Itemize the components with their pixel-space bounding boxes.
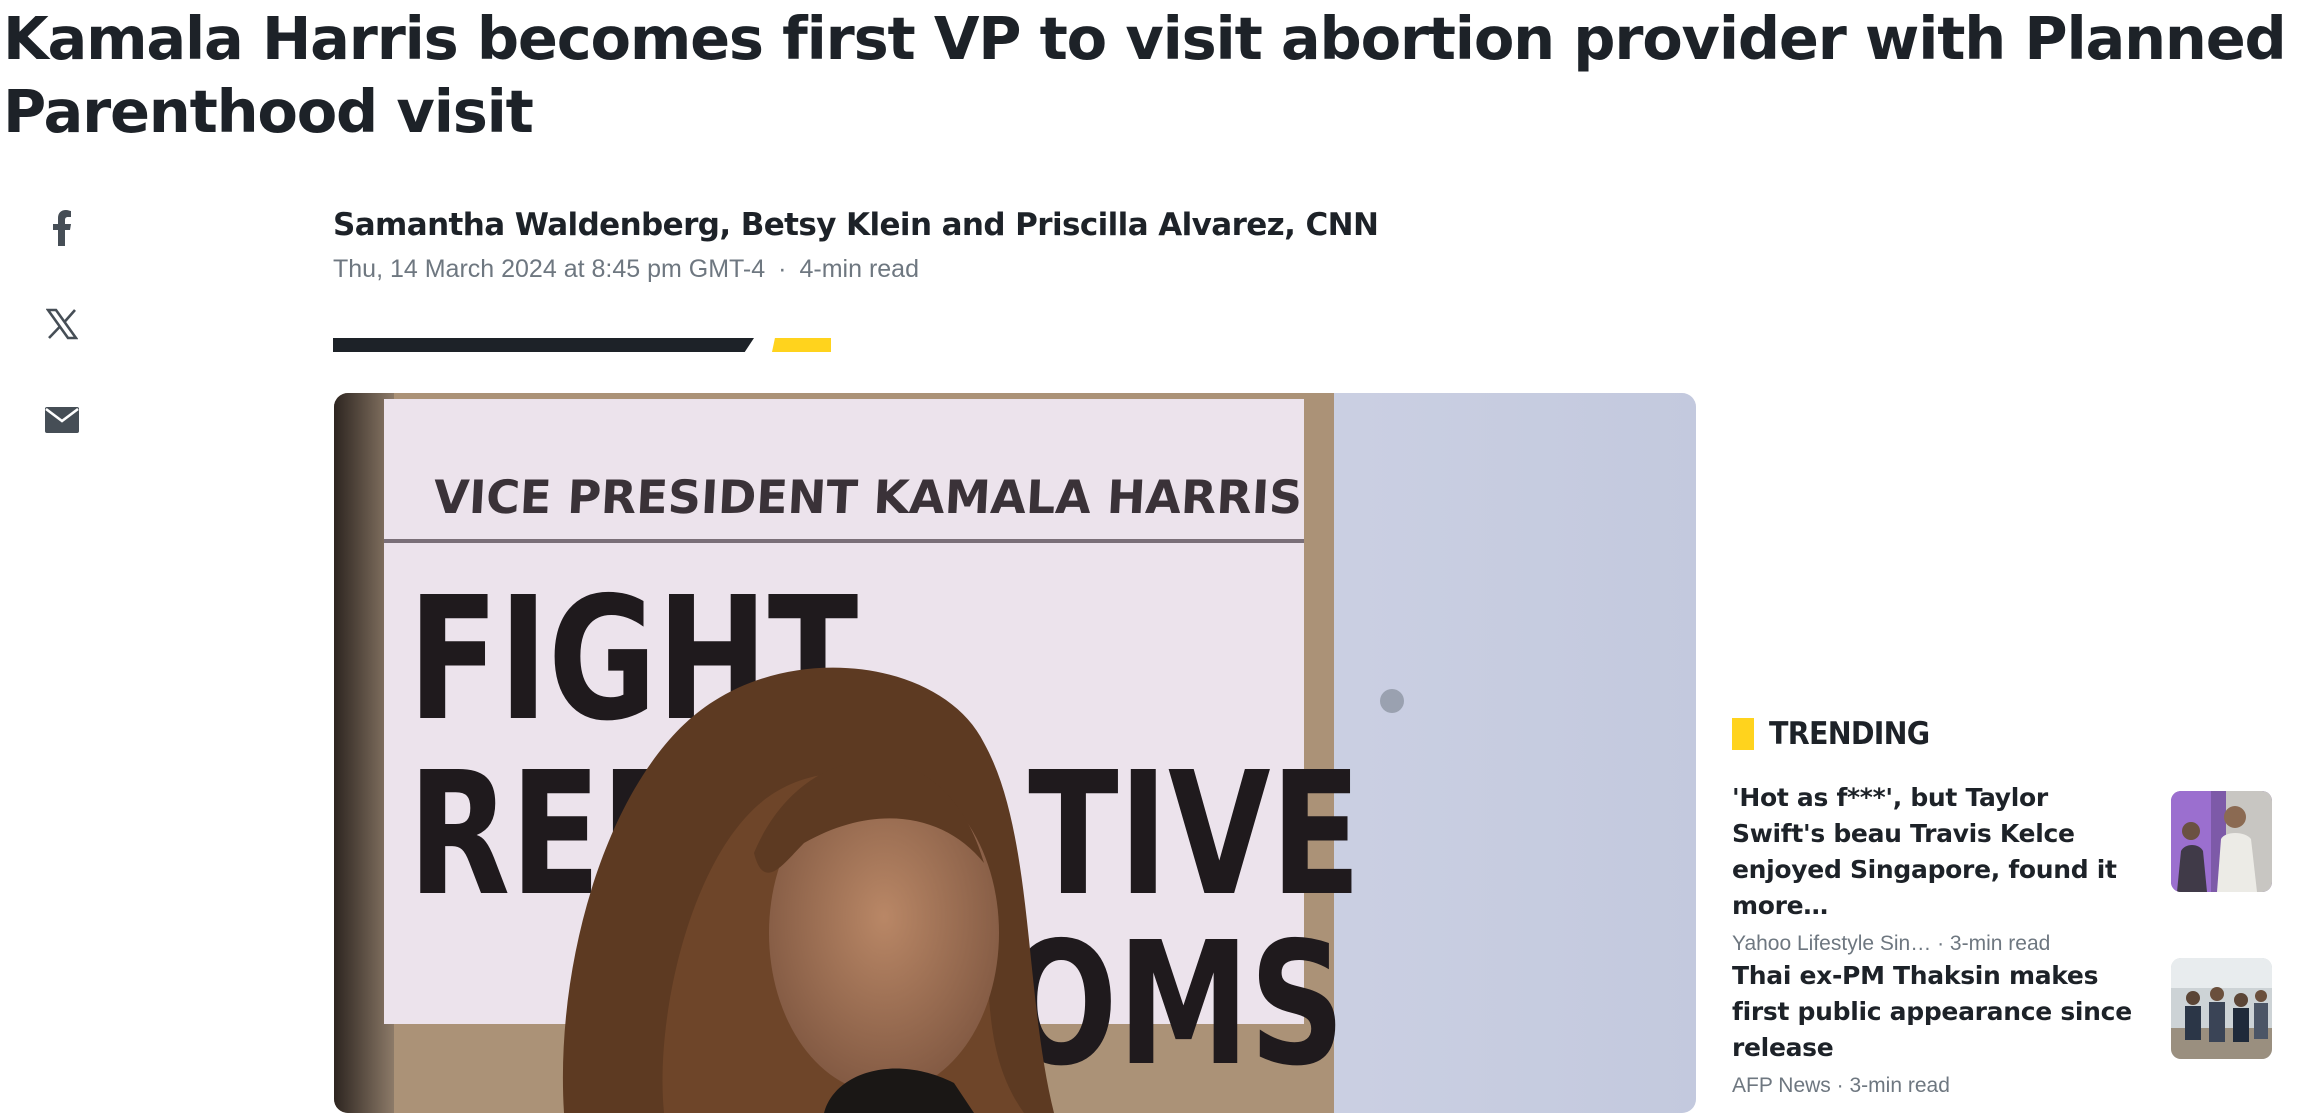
x-icon: [46, 308, 78, 340]
trending-item-thumbnail[interactable]: [2171, 791, 2272, 892]
facebook-icon: [53, 210, 71, 246]
decorative-divider-black: [333, 338, 754, 352]
hero-image: VICE PRESIDENT KAMALA HARRIS FIGHT REP T…: [334, 393, 1696, 1113]
trending-accent-mark: [1732, 718, 1754, 750]
trending-item-headline[interactable]: Thai ex-PM Thaksin makes first public ap…: [1732, 958, 2132, 1066]
trending-item-headline[interactable]: 'Hot as f***', but Taylor Swift's beau T…: [1732, 780, 2132, 924]
email-share-button[interactable]: [40, 398, 84, 442]
byline: Samantha Waldenberg, Betsy Klein and Pri…: [333, 207, 1379, 284]
trending-item-source: Yahoo Lifestyle Sin…: [1732, 932, 1932, 955]
trending-item-meta: AFP News · 3-min read: [1732, 1074, 2132, 1098]
sign-line-1: VICE PRESIDENT KAMALA HARRIS: [432, 470, 1303, 524]
meta-separator: ·: [778, 255, 787, 283]
sign-line-4: OMS: [1005, 905, 1345, 1103]
trending-title: TRENDING: [1769, 716, 1930, 752]
trending-item-thumbnail[interactable]: [2171, 958, 2272, 1059]
publish-date: Thu, 14 March 2024 at 8:45 pm GMT-4: [333, 255, 766, 283]
trending-item-read-time: 3-min read: [1949, 932, 2051, 955]
decorative-divider-yellow: [772, 338, 831, 352]
facebook-share-button[interactable]: [40, 206, 84, 250]
byline-meta: Thu, 14 March 2024 at 8:45 pm GMT-4 · 4-mi…: [333, 255, 1378, 284]
article-headline: Kamala Harris becomes first VP to visit …: [3, 4, 2287, 146]
byline-authors[interactable]: Samantha Waldenberg, Betsy Klein and Pri…: [333, 207, 1379, 243]
meta-separator: ·: [1937, 932, 1945, 955]
trending-panel: TRENDING 'Hot as f***', but Taylor Swift…: [1732, 712, 2272, 1097]
trending-item[interactable]: Thai ex-PM Thaksin makes first public ap…: [1732, 958, 2272, 1098]
read-time: 4-min read: [799, 255, 919, 283]
x-share-button[interactable]: [40, 302, 84, 346]
trending-item-meta: Yahoo Lifestyle Sin… · 3-min read: [1732, 932, 2132, 956]
sign-line-3b: TIVE: [1028, 735, 1361, 933]
mail-icon: [45, 407, 79, 433]
trending-header: TRENDING: [1732, 712, 2272, 756]
trending-item[interactable]: 'Hot as f***', but Taylor Swift's beau T…: [1732, 780, 2272, 956]
